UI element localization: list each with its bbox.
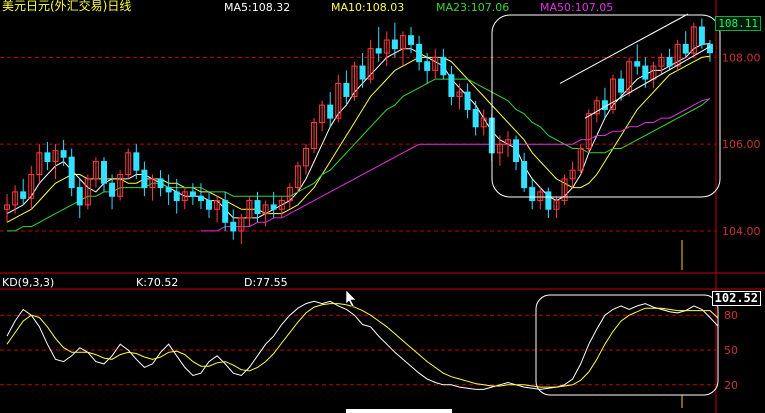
kd-line-d: [6, 303, 719, 388]
candle-body: [60, 150, 67, 158]
price-tick-label: 106.00: [722, 138, 761, 151]
candle-body: [189, 191, 196, 197]
current-price-label: 108.11: [715, 16, 761, 31]
candle-body: [408, 35, 415, 45]
candle-body: [20, 191, 27, 199]
candle-body: [472, 108, 479, 128]
k-value-label: K:70.52: [136, 276, 179, 289]
price-tick-label: 108.00: [722, 51, 761, 64]
candle-body: [666, 56, 673, 67]
trend-channel-upper: [559, 13, 689, 84]
candle-body: [416, 43, 423, 63]
candle-body: [109, 182, 116, 197]
mouse-cursor-icon: [345, 289, 357, 308]
candle-body: [642, 65, 649, 80]
kd-tick-label: 80: [724, 309, 738, 322]
candle-body: [391, 39, 398, 50]
candle-body: [545, 191, 552, 210]
d-value-label: D:77.55: [244, 276, 288, 289]
candle-body: [206, 200, 213, 210]
candle-body: [448, 74, 455, 97]
candle-body: [634, 61, 641, 67]
candle-body: [173, 191, 180, 202]
stock-chart: 104.00 106.00 108.00 20 50 80: [0, 0, 765, 413]
candle-body: [165, 187, 172, 193]
candle-body: [230, 221, 237, 232]
candle-body: [157, 178, 164, 189]
candle-body: [698, 26, 705, 45]
candle-body: [706, 43, 713, 54]
candle-body: [682, 43, 689, 54]
ma-line-ma50: [200, 98, 711, 232]
scrollbar-thumb: [346, 409, 452, 413]
candle-body: [68, 156, 75, 189]
kd-label: KD(9,3,3): [2, 276, 55, 289]
kd-line-k: [6, 300, 719, 390]
candle-body: [618, 78, 625, 93]
candle-body: [254, 200, 261, 215]
kd-tick-label: 20: [724, 379, 738, 392]
ma5-label: MA5:108.32: [224, 1, 291, 14]
candle-body: [270, 204, 277, 210]
candle-body: [327, 104, 334, 119]
candle-body: [222, 200, 229, 223]
kd-tick-label: 50: [724, 344, 738, 357]
candle-body: [359, 65, 366, 80]
candle-body: [440, 56, 447, 76]
candle-body: [100, 161, 107, 184]
ma23-label: MA23:107.06: [436, 1, 510, 14]
chart-title: 美元日元(外汇交易)日线: [2, 0, 132, 13]
current-kd-label: 102.52: [711, 291, 761, 306]
candle-body: [76, 187, 83, 206]
candle-body: [464, 91, 471, 110]
highlight-box-kd: [535, 294, 719, 396]
candle-body: [424, 61, 431, 71]
price-tick-label: 104.00: [722, 225, 761, 238]
ma10-label: MA10:108.03: [331, 1, 405, 14]
candle-body: [529, 187, 536, 202]
candle-body: [513, 139, 520, 163]
candle-body: [375, 48, 382, 54]
candle-body: [521, 161, 528, 189]
candle-body: [141, 169, 148, 189]
candle-body: [343, 82, 350, 97]
ma50-label: MA50:107.05: [540, 1, 614, 14]
candle-body: [44, 152, 51, 163]
candle-body: [133, 152, 140, 171]
candle-body: [197, 195, 204, 202]
